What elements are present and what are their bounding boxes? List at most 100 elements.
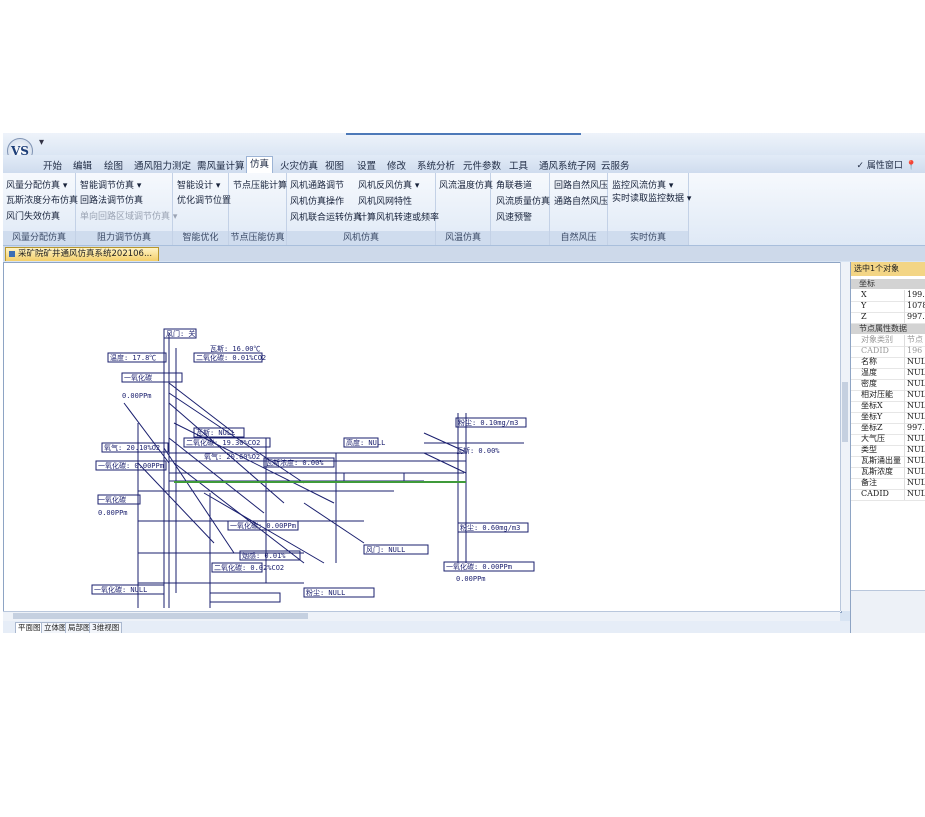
airflow-sim-button[interactable]: 风量分配仿真 ▾ bbox=[6, 178, 67, 191]
tab-fire-sim[interactable]: 火灾仿真 bbox=[280, 158, 318, 172]
prop-row[interactable]: X 199.6 bbox=[851, 290, 925, 302]
pin-icon[interactable]: 📍 bbox=[906, 161, 917, 171]
prop-row[interactable]: Y 1078. bbox=[851, 301, 925, 313]
prop-row[interactable]: 温度 NULL bbox=[851, 368, 925, 380]
prop-row[interactable]: 对象类别 节点 bbox=[851, 335, 925, 347]
prop-value: NULL bbox=[904, 467, 925, 478]
document-tab[interactable]: 采矿院矿井通风仿真系统202106... bbox=[5, 247, 160, 261]
optimize-position-button[interactable]: 优化调节位置 bbox=[177, 193, 231, 206]
prop-value: NULL bbox=[904, 401, 925, 412]
prop-row[interactable]: CADID NULL bbox=[851, 489, 925, 501]
prop-row[interactable]: 瓦斯涌出量NULL bbox=[851, 456, 925, 468]
monitor-sim-button[interactable]: 监控风流仿真 ▾ bbox=[612, 178, 673, 191]
prop-row[interactable]: 坐标Y NULL bbox=[851, 412, 925, 424]
tab-edit[interactable]: 编辑 bbox=[73, 158, 92, 172]
canvas-label: 一氧化碳: 0.00PPm bbox=[230, 521, 296, 530]
temp-sim-button[interactable]: 风流温度仿真 bbox=[439, 178, 493, 191]
prop-value: 199.6 bbox=[904, 290, 925, 301]
prop-value: 997.9 bbox=[904, 423, 925, 434]
drawing-canvas[interactable]: 风门: 关 温度: 17.8℃ 二氧化碳: 0.01%CO2 瓦斯: 16.00… bbox=[3, 262, 842, 613]
prop-key: 温度 bbox=[861, 368, 877, 377]
canvas-label: 二氧化碳: 19.30%CO2 bbox=[186, 438, 260, 447]
prop-row[interactable]: 名称 NULL bbox=[851, 357, 925, 369]
prop-value: NULL bbox=[904, 379, 925, 390]
prop-row[interactable]: 备注 NULL bbox=[851, 478, 925, 490]
prop-row[interactable]: 密度 NULL bbox=[851, 379, 925, 391]
prop-row[interactable]: CADID 196 bbox=[851, 346, 925, 358]
prop-row[interactable]: 类型 NULL bbox=[851, 445, 925, 457]
horizontal-scrollbar[interactable] bbox=[3, 611, 840, 621]
canvas-label: 一氧化碳 bbox=[98, 495, 126, 504]
tab-system-analysis[interactable]: 系统分析 bbox=[417, 158, 455, 172]
realtime-data-button[interactable]: 实时读取监控数据 ▾ bbox=[612, 191, 691, 204]
tab-airflow-calc[interactable]: 需风量计算 bbox=[197, 158, 245, 172]
loop-adjust-button[interactable]: 回路法调节仿真 bbox=[80, 193, 143, 206]
property-window-toggle[interactable]: ✓ 属性窗口 📍 bbox=[856, 158, 917, 171]
prop-key: 坐标X bbox=[861, 401, 883, 410]
speed-warning-button[interactable]: 风速预警 bbox=[496, 210, 532, 223]
prop-key: Y bbox=[861, 301, 867, 310]
tab-modify[interactable]: 修改 bbox=[387, 158, 406, 172]
tab-start[interactable]: 开始 bbox=[43, 158, 62, 172]
prop-key: 瓦斯浓度 bbox=[861, 467, 893, 476]
prop-value: NULL bbox=[904, 478, 925, 489]
tab-simulation[interactable]: 仿真 bbox=[246, 156, 274, 173]
tab-draw[interactable]: 绘图 bbox=[104, 158, 123, 172]
fan-speed-button[interactable]: 计算风机转速或频率 bbox=[358, 210, 439, 223]
view-tab-bar: 平面图 立体图 局部图 3维视图 bbox=[3, 621, 925, 633]
menu-tab-bar: 开始 编辑 绘图 通风阻力测定 需风量计算 仿真 火灾仿真 视图 设置 修改 系… bbox=[3, 155, 925, 173]
prop-value: 节点 bbox=[904, 335, 925, 346]
prop-value: NULL bbox=[904, 390, 925, 401]
smart-design-button[interactable]: 智能设计 ▾ bbox=[177, 178, 220, 191]
canvas-label: 风门: NULL bbox=[366, 545, 405, 554]
tab-view[interactable]: 视图 bbox=[325, 158, 344, 172]
prop-row[interactable]: Z 997.9 bbox=[851, 312, 925, 324]
group-label: 智能优化 bbox=[173, 231, 228, 245]
prop-row[interactable]: 瓦斯浓度 NULL bbox=[851, 467, 925, 479]
smart-adjust-button[interactable]: 智能调节仿真 ▾ bbox=[80, 178, 141, 191]
section-coordinates[interactable]: 坐标 bbox=[851, 279, 925, 289]
section-node-props[interactable]: 节点属性数据 bbox=[851, 324, 925, 334]
quality-sim-button[interactable]: 风流质量仿真 bbox=[496, 194, 550, 207]
canvas-label: 二氧化碳: 0.01%CO2 bbox=[196, 353, 266, 362]
view-tab-3dview[interactable]: 3维视图 bbox=[89, 622, 123, 633]
prop-row[interactable]: 相对压能 NULL bbox=[851, 390, 925, 402]
prop-key: 类型 bbox=[861, 445, 877, 454]
group-label: 风机仿真 bbox=[287, 231, 435, 245]
prop-value: NULL bbox=[904, 489, 925, 500]
tab-component-params[interactable]: 元件参数 bbox=[463, 158, 501, 172]
prop-value: NULL bbox=[904, 357, 925, 368]
prop-row[interactable]: 坐标Z 997.9 bbox=[851, 423, 925, 435]
region-adjust-button[interactable]: 单向回路区域调节仿真 ▾ bbox=[80, 209, 177, 222]
tab-subnet[interactable]: 通风系统子网 bbox=[539, 158, 596, 172]
fan-reverse-button[interactable]: 风机反风仿真 ▾ bbox=[358, 178, 419, 191]
horizontal-scroll-thumb[interactable] bbox=[13, 613, 308, 619]
tab-tools[interactable]: 工具 bbox=[509, 158, 528, 172]
ribbon-group-optimize: 智能设计 ▾ 优化调节位置 智能优化 bbox=[173, 173, 231, 245]
group-label: 实时仿真 bbox=[608, 231, 688, 245]
fan-sim-button[interactable]: 风机仿真操作 bbox=[290, 194, 344, 207]
ventilation-network-drawing: 风门: 关 温度: 17.8℃ 二氧化碳: 0.01%CO2 瓦斯: 16.00… bbox=[91, 328, 535, 608]
loop-natural-button[interactable]: 回路自然风压 bbox=[554, 178, 608, 191]
fan-joint-button[interactable]: 风机联合运转仿真 bbox=[290, 210, 362, 223]
quick-access-dropdown-icon[interactable]: ▾ bbox=[39, 137, 44, 148]
vertical-scrollbar[interactable] bbox=[840, 262, 850, 611]
prop-key: 大气压 bbox=[861, 434, 885, 443]
tab-settings[interactable]: 设置 bbox=[357, 158, 376, 172]
tab-cloud[interactable]: 云服务 bbox=[601, 158, 630, 172]
prop-key: 坐标Y bbox=[861, 412, 883, 421]
door-fail-button[interactable]: 风门失效仿真 bbox=[6, 209, 60, 222]
prop-value: NULL bbox=[904, 412, 925, 423]
node-pressure-button[interactable]: 节点压能计算 bbox=[233, 178, 287, 191]
fan-curve-button[interactable]: 风机风网特性 bbox=[358, 194, 412, 207]
gas-sim-button[interactable]: 瓦斯浓度分布仿真 bbox=[6, 193, 78, 206]
fan-path-button[interactable]: 风机通路调节 bbox=[290, 178, 344, 191]
vertical-scroll-thumb[interactable] bbox=[842, 382, 848, 442]
diagonal-airway-button[interactable]: 角联巷道 bbox=[496, 178, 532, 191]
prop-row[interactable]: 大气压 NULL bbox=[851, 434, 925, 446]
view-tab-plan[interactable]: 平面图 bbox=[15, 622, 44, 633]
prop-row[interactable]: 坐标X NULL bbox=[851, 401, 925, 413]
path-natural-button[interactable]: 通路自然风压 bbox=[554, 194, 608, 207]
tab-resistance[interactable]: 通风阻力测定 bbox=[134, 158, 191, 172]
canvas-label: 0.00PPm bbox=[122, 392, 152, 400]
